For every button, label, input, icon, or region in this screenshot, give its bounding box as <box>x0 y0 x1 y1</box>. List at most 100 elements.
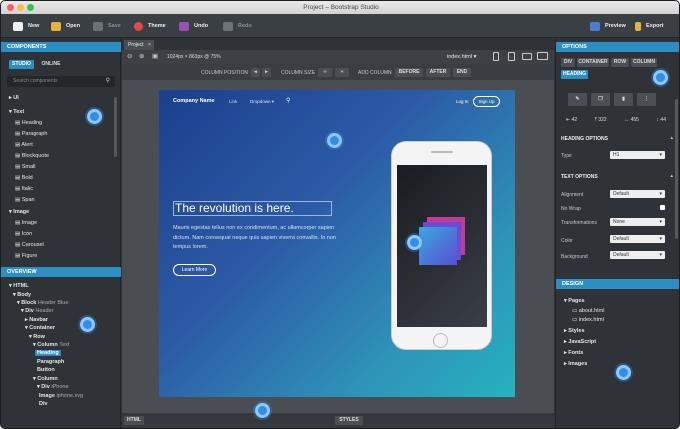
desktop-view-icon[interactable] <box>537 52 548 60</box>
hero-heading[interactable]: The revolution is here. <box>173 201 332 216</box>
crumb-heading[interactable]: HEADING <box>561 70 588 79</box>
crumb-div[interactable]: DIV <box>561 58 575 67</box>
zoom-in-icon[interactable]: ⊕ <box>139 52 144 60</box>
group-ui[interactable]: ▸ UI <box>9 95 19 101</box>
crumb-column[interactable]: COLUMN <box>631 58 657 67</box>
component-span[interactable]: ▤ Span <box>15 197 35 203</box>
styles-panel-button[interactable]: STYLES <box>335 416 363 425</box>
node-column[interactable]: ▾ Column <box>33 376 58 382</box>
file-select[interactable]: index.html ▾ <box>447 54 476 60</box>
learn-more-button[interactable]: Learn More <box>173 264 216 276</box>
nav-search-icon[interactable]: ⚲ <box>286 97 290 104</box>
new-button[interactable]: New <box>13 19 39 33</box>
component-heading[interactable]: ▤ Heading <box>15 120 42 126</box>
hero-paragraph[interactable]: Mauris egestas tellus non ex condimentum… <box>173 224 338 253</box>
background-select[interactable]: Default <box>610 251 665 259</box>
components-scrollbar[interactable] <box>114 97 117 157</box>
styles-node[interactable]: ▸ Styles <box>564 328 585 334</box>
page-index[interactable]: ▭ index.html <box>572 317 604 323</box>
node-heading-selected[interactable]: Heading <box>35 350 61 356</box>
heading-options-section[interactable]: HEADING OPTIONS <box>561 136 608 142</box>
iphone-image[interactable] <box>391 141 492 350</box>
delete-button[interactable]: ▮ <box>614 93 633 106</box>
component-carousel[interactable]: ▤ Carousel <box>15 242 44 248</box>
node-paragraph[interactable]: Paragraph <box>37 359 64 365</box>
alignment-select[interactable]: Default <box>610 190 665 198</box>
preview-button[interactable]: Preview <box>590 19 626 33</box>
images-node[interactable]: ▸ Images <box>564 361 587 367</box>
fit-icon[interactable]: ▣ <box>152 52 158 60</box>
node-block[interactable]: ▾ Block Header Blue <box>17 300 68 306</box>
laptop-view-icon[interactable] <box>522 53 532 60</box>
undo-button[interactable]: Undo <box>179 19 208 33</box>
node-button[interactable]: Button <box>37 367 55 373</box>
phone-view-icon[interactable] <box>493 52 499 61</box>
component-figure[interactable]: ▤ Figure <box>15 253 37 259</box>
html-panel-button[interactable]: HTML <box>124 416 144 425</box>
search-components-field[interactable]: Search components ⚲ <box>7 76 115 87</box>
signup-button[interactable]: Sign Up <box>473 96 500 107</box>
node-html[interactable]: ▾ HTML <box>9 283 29 289</box>
nowrap-checkbox[interactable] <box>660 205 665 210</box>
options-scrollbar[interactable] <box>675 99 678 239</box>
edit-button[interactable]: ✎ <box>568 93 587 106</box>
javascript-node[interactable]: ▸ JavaScript <box>564 339 596 345</box>
export-button[interactable]: Export <box>635 19 663 33</box>
component-alert[interactable]: ▤ Alert <box>15 142 33 148</box>
color-select[interactable]: Default <box>610 235 665 243</box>
save-button[interactable]: Save <box>93 19 121 33</box>
collapse-icon[interactable]: ▴ <box>670 135 673 141</box>
type-select[interactable]: H1 <box>610 151 665 159</box>
theme-button[interactable]: Theme <box>134 19 166 33</box>
end-button[interactable]: END <box>453 68 471 77</box>
column-shrink-button[interactable]: ‹› <box>318 68 332 77</box>
zoom-window-button[interactable] <box>27 4 34 11</box>
search-components-input[interactable]: Search components <box>13 78 57 84</box>
transformations-select[interactable]: None <box>610 218 665 226</box>
component-blockquote[interactable]: ▤ Blockquote <box>15 153 49 159</box>
tab-studio[interactable]: STUDIO <box>9 60 34 69</box>
nav-dropdown[interactable]: Dropdown ▾ <box>250 99 274 105</box>
tablet-view-icon[interactable] <box>508 52 515 61</box>
column-grow-button[interactable]: ›‹ <box>335 68 349 77</box>
close-tab-icon[interactable]: × <box>148 42 151 48</box>
node-row[interactable]: ▾ Row <box>29 334 45 340</box>
crumb-row[interactable]: ROW <box>611 58 629 67</box>
minimize-window-button[interactable] <box>17 4 24 11</box>
tab-project[interactable]: Project × <box>124 40 154 50</box>
node-div-iphone[interactable]: ▾ Div iPhone <box>37 384 69 390</box>
page-about[interactable]: ▭ about.html <box>572 308 604 314</box>
component-paragraph[interactable]: ▤ Paragraph <box>15 131 47 137</box>
group-text[interactable]: ▾ Text <box>9 109 24 115</box>
node-image[interactable]: Image iphone.svg <box>39 393 83 399</box>
group-image[interactable]: ▾ Image <box>9 209 29 215</box>
component-image[interactable]: ▤ Image <box>15 220 37 226</box>
duplicate-button[interactable]: ❐ <box>591 93 610 106</box>
component-bold[interactable]: ▤ Bold <box>15 175 33 181</box>
column-right-button[interactable]: ▸ <box>262 68 271 77</box>
column-left-button[interactable]: ◂ <box>251 68 260 77</box>
before-button[interactable]: BEFORE <box>395 68 423 77</box>
more-button[interactable]: ⋮ <box>637 93 656 106</box>
page-canvas[interactable]: Company Name Link Dropdown ▾ ⚲ Log In Si… <box>159 90 515 397</box>
node-navbar[interactable]: ▸ Navbar <box>25 317 48 323</box>
node-column-text[interactable]: ▾ Column Text <box>33 342 69 348</box>
crumb-container[interactable]: CONTAINER <box>577 58 609 67</box>
navbar-brand[interactable]: Company Name <box>173 98 215 104</box>
open-button[interactable]: Open <box>51 19 80 33</box>
tab-online[interactable]: ONLINE <box>37 60 65 69</box>
text-options-section[interactable]: TEXT OPTIONS <box>561 174 598 180</box>
pages-node[interactable]: ▾ Pages <box>564 298 585 304</box>
component-small[interactable]: ▤ Small <box>15 164 36 170</box>
nav-link[interactable]: Link <box>229 99 237 104</box>
redo-button[interactable]: Redo <box>223 19 252 33</box>
component-icon[interactable]: ▤ Icon <box>15 231 32 237</box>
node-div[interactable]: Div <box>39 401 48 407</box>
close-window-button[interactable] <box>7 4 14 11</box>
zoom-out-icon[interactable]: ⊖ <box>127 52 132 60</box>
node-container[interactable]: ▾ Container <box>25 325 55 331</box>
node-body[interactable]: ▾ Body <box>13 292 31 298</box>
collapse-icon[interactable]: ▴ <box>670 173 673 179</box>
node-div-header[interactable]: ▾ Div Header <box>21 308 53 314</box>
login-link[interactable]: Log In <box>456 99 469 104</box>
